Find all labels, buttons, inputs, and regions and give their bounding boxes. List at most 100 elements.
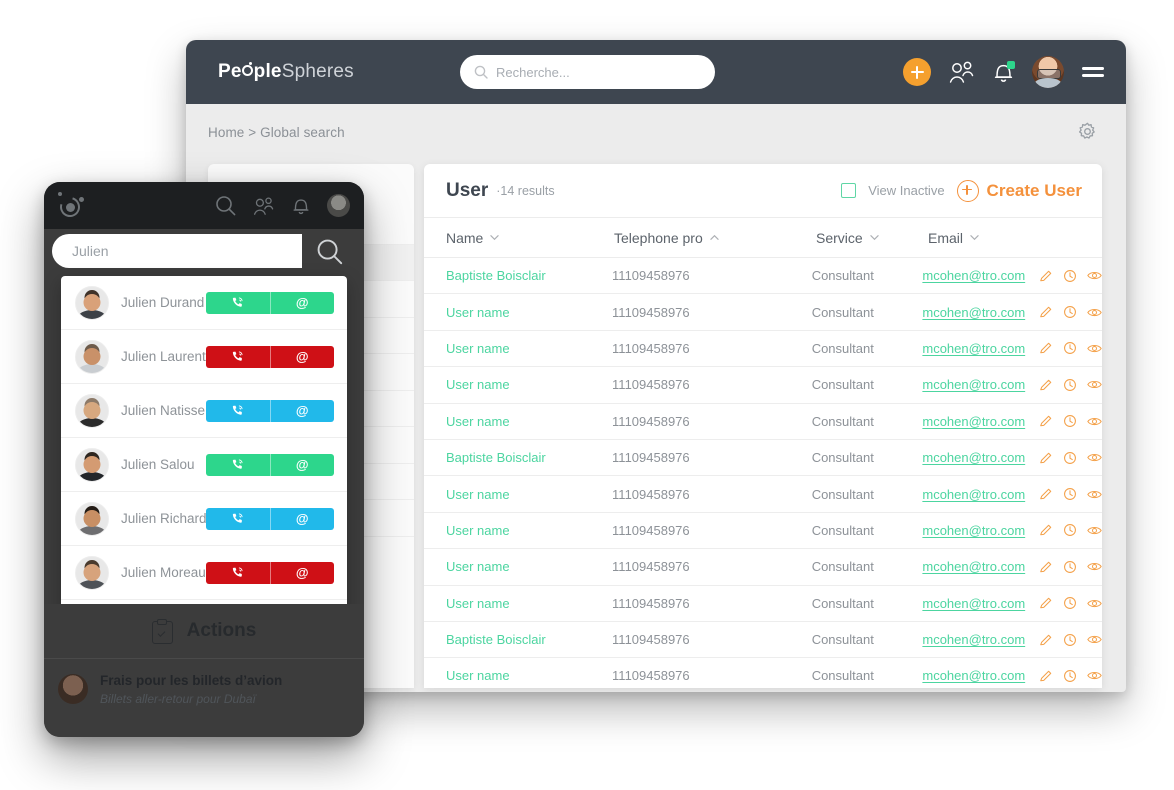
table-row[interactable]: User name 11109458976 Consultant mcohen@tro… <box>424 549 1102 586</box>
table-row[interactable]: User name 11109458976 Consultant mcohen@tro… <box>424 658 1102 688</box>
breadcrumb[interactable]: Home > Global search <box>208 125 345 140</box>
column-header-service[interactable]: Service <box>816 230 928 246</box>
cell-email[interactable]: mcohen@tro.com <box>922 377 1039 392</box>
add-button[interactable] <box>903 58 931 86</box>
call-button[interactable] <box>206 345 270 368</box>
view-inactive-checkbox[interactable] <box>841 183 857 198</box>
history-clock-icon[interactable] <box>1063 378 1077 392</box>
history-clock-icon[interactable] <box>1063 669 1077 683</box>
email-link[interactable]: mcohen@tro.com <box>922 596 1025 611</box>
cell-name[interactable]: User name <box>446 559 612 574</box>
mobile-result-row[interactable]: Julien Laurent @ <box>61 330 347 384</box>
table-row[interactable]: User name 11109458976 Consultant mcohen@tro… <box>424 294 1102 331</box>
mobile-result-row[interactable]: Julien Moreau @ <box>61 546 347 600</box>
cell-email[interactable]: mcohen@tro.com <box>922 450 1039 465</box>
edit-pencil-icon[interactable] <box>1039 378 1053 392</box>
email-link[interactable]: mcohen@tro.com <box>922 668 1025 683</box>
menu-button[interactable] <box>1082 63 1104 81</box>
table-row[interactable]: Baptiste Boisclair 11109458976 Consultant m… <box>424 440 1102 477</box>
edit-pencil-icon[interactable] <box>1039 633 1053 647</box>
call-button[interactable] <box>206 291 270 314</box>
cell-name[interactable]: Baptiste Boisclair <box>446 632 612 647</box>
email-button[interactable]: @ <box>269 291 334 314</box>
history-clock-icon[interactable] <box>1063 523 1077 537</box>
cell-email[interactable]: mcohen@tro.com <box>922 341 1039 356</box>
search-input[interactable] <box>496 64 701 80</box>
cell-name[interactable]: User name <box>446 414 612 429</box>
column-header-telephone[interactable]: Telephone pro <box>614 230 816 246</box>
settings-button[interactable] <box>1077 121 1098 147</box>
table-row[interactable]: Baptiste Boisclair 11109458976 Consultant m… <box>424 622 1102 659</box>
global-search-box[interactable] <box>460 55 715 89</box>
action-list-item[interactable]: Frais pour les billets d’avion Billets a… <box>44 659 364 708</box>
history-clock-icon[interactable] <box>1063 596 1077 610</box>
edit-pencil-icon[interactable] <box>1039 451 1053 465</box>
table-row[interactable]: User name 11109458976 Consultant mcohen@tro… <box>424 404 1102 440</box>
cell-name[interactable]: User name <box>446 668 612 683</box>
table-row[interactable]: User name 11109458976 Consultant mcohen@tro… <box>424 586 1102 622</box>
mobile-result-row[interactable]: Julien Durand @ <box>61 276 347 330</box>
cell-email[interactable]: mcohen@tro.com <box>922 559 1039 574</box>
cell-name[interactable]: User name <box>446 487 612 502</box>
cell-name[interactable]: User name <box>446 341 612 356</box>
email-link[interactable]: mcohen@tro.com <box>922 377 1025 392</box>
mobile-logo-icon[interactable] <box>56 192 85 221</box>
edit-pencil-icon[interactable] <box>1039 269 1053 283</box>
history-clock-icon[interactable] <box>1063 269 1077 283</box>
call-button[interactable] <box>206 507 270 530</box>
view-eye-icon[interactable] <box>1087 597 1102 610</box>
edit-pencil-icon[interactable] <box>1039 669 1053 683</box>
view-eye-icon[interactable] <box>1087 451 1102 464</box>
mobile-result-row[interactable]: Julien Richard @ <box>61 492 347 546</box>
view-eye-icon[interactable] <box>1087 342 1102 355</box>
cell-name[interactable]: Baptiste Boisclair <box>446 268 612 283</box>
table-row[interactable]: User name 11109458976 Consultant mcohen@tro… <box>424 331 1102 368</box>
email-button[interactable]: @ <box>269 399 334 422</box>
history-clock-icon[interactable] <box>1063 341 1077 355</box>
edit-pencil-icon[interactable] <box>1039 487 1053 501</box>
view-eye-icon[interactable] <box>1087 488 1102 501</box>
cell-name[interactable]: User name <box>446 377 612 392</box>
cell-email[interactable]: mcohen@tro.com <box>922 414 1039 429</box>
search-icon[interactable] <box>215 195 236 216</box>
cell-name[interactable]: User name <box>446 523 612 538</box>
email-button[interactable]: @ <box>269 453 334 476</box>
history-clock-icon[interactable] <box>1063 451 1077 465</box>
email-link[interactable]: mcohen@tro.com <box>922 305 1025 320</box>
history-clock-icon[interactable] <box>1063 487 1077 501</box>
cell-name[interactable]: Baptiste Boisclair <box>446 450 612 465</box>
call-button[interactable] <box>206 453 270 476</box>
bell-icon[interactable] <box>292 196 310 216</box>
email-button[interactable]: @ <box>269 507 334 530</box>
cell-email[interactable]: mcohen@tro.com <box>922 487 1039 502</box>
cell-name[interactable]: User name <box>446 305 612 320</box>
email-link[interactable]: mcohen@tro.com <box>922 559 1025 574</box>
edit-pencil-icon[interactable] <box>1039 560 1053 574</box>
create-user-button[interactable]: Create User <box>956 179 1082 202</box>
email-button[interactable]: @ <box>269 561 334 584</box>
edit-pencil-icon[interactable] <box>1039 341 1053 355</box>
email-link[interactable]: mcohen@tro.com <box>922 341 1025 356</box>
email-link[interactable]: mcohen@tro.com <box>922 632 1025 647</box>
view-eye-icon[interactable] <box>1087 306 1102 319</box>
email-link[interactable]: mcohen@tro.com <box>922 523 1025 538</box>
history-clock-icon[interactable] <box>1063 414 1077 428</box>
mobile-search-button[interactable] <box>304 234 354 268</box>
history-clock-icon[interactable] <box>1063 633 1077 647</box>
view-eye-icon[interactable] <box>1087 633 1102 646</box>
view-eye-icon[interactable] <box>1087 560 1102 573</box>
email-button[interactable]: @ <box>269 345 334 368</box>
email-link[interactable]: mcohen@tro.com <box>922 414 1025 429</box>
cell-email[interactable]: mcohen@tro.com <box>922 596 1039 611</box>
view-inactive-label[interactable]: View Inactive <box>868 183 944 198</box>
cell-email[interactable]: mcohen@tro.com <box>922 632 1039 647</box>
edit-pencil-icon[interactable] <box>1039 414 1053 428</box>
history-clock-icon[interactable] <box>1063 560 1077 574</box>
table-row[interactable]: User name 11109458976 Consultant mcohen@tro… <box>424 367 1102 404</box>
mobile-search-input[interactable]: Julien <box>52 234 302 268</box>
mobile-result-row[interactable]: Julien Natisse @ <box>61 384 347 438</box>
mobile-user-avatar[interactable] <box>327 194 350 217</box>
table-row[interactable]: User name 11109458976 Consultant mcohen@tro… <box>424 476 1102 513</box>
mobile-result-row[interactable]: Julien Salou @ <box>61 438 347 492</box>
column-header-email[interactable]: Email <box>928 230 1046 246</box>
